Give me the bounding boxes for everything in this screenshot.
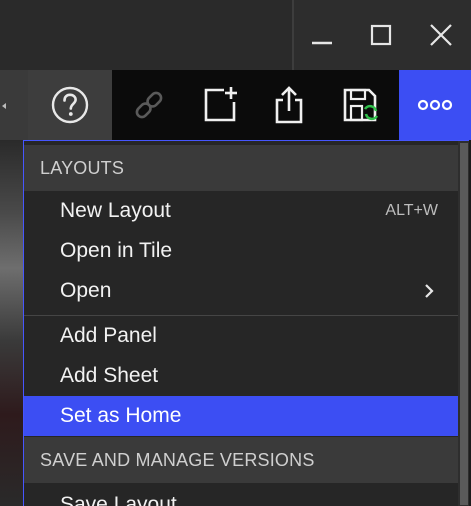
chevron-right-icon — [425, 284, 434, 298]
menu-item-label: Add Panel — [60, 324, 157, 347]
close-button[interactable] — [417, 14, 465, 56]
layout-dropdown-menu: LAYOUTS New Layout ALT+W Open in Tile Op… — [23, 140, 469, 506]
maximize-button[interactable] — [357, 14, 405, 56]
save-sync-icon — [343, 88, 379, 122]
menu-item-add-sheet[interactable]: Add Sheet — [24, 356, 458, 396]
link-icon — [135, 91, 163, 119]
new-panel-icon — [204, 87, 237, 122]
section-header-layouts: LAYOUTS — [24, 145, 458, 191]
minimize-button[interactable] — [298, 14, 346, 56]
more-icon — [417, 99, 453, 111]
menu-item-label: Save Layout — [60, 493, 177, 506]
toolbar-overflow-edge — [0, 70, 28, 140]
dashboard-background — [0, 140, 24, 506]
share-button[interactable] — [265, 80, 315, 130]
help-button[interactable] — [28, 70, 112, 140]
menu-item-label: Open — [60, 279, 112, 302]
titlebar-drag-area[interactable] — [0, 0, 292, 70]
share-icon — [275, 86, 303, 124]
window-titlebar — [0, 0, 471, 70]
menu-item-label: Add Sheet — [60, 364, 159, 387]
scrollbar-thumb[interactable] — [460, 143, 468, 505]
new-panel-button[interactable] — [196, 80, 246, 130]
minimize-icon — [312, 41, 332, 45]
titlebar-divider — [292, 0, 294, 70]
menu-item-label: Open in Tile — [60, 239, 173, 262]
more-options-button[interactable] — [399, 70, 471, 140]
menu-scrollbar[interactable] — [458, 141, 469, 506]
help-icon — [51, 86, 89, 124]
menu-item-label: New Layout — [60, 199, 171, 222]
menu-item-new-layout[interactable]: New Layout ALT+W — [24, 191, 458, 231]
toolbar — [0, 70, 471, 140]
save-version-button[interactable] — [335, 80, 385, 130]
maximize-icon — [370, 24, 392, 46]
menu-item-open[interactable]: Open — [24, 271, 458, 311]
section-header-save-manage-versions: SAVE AND MANAGE VERSIONS — [24, 437, 458, 483]
menu-item-add-panel[interactable]: Add Panel — [24, 316, 458, 356]
menu-item-label: Set as Home — [60, 404, 182, 427]
menu-item-open-in-tile[interactable]: Open in Tile — [24, 231, 458, 271]
menu-item-save-layout[interactable]: Save Layout — [24, 485, 458, 506]
shortcut-label: ALT+W — [385, 202, 438, 219]
menu-item-set-as-home[interactable]: Set as Home — [24, 396, 458, 436]
link-button[interactable] — [124, 80, 174, 130]
close-icon — [430, 24, 452, 46]
